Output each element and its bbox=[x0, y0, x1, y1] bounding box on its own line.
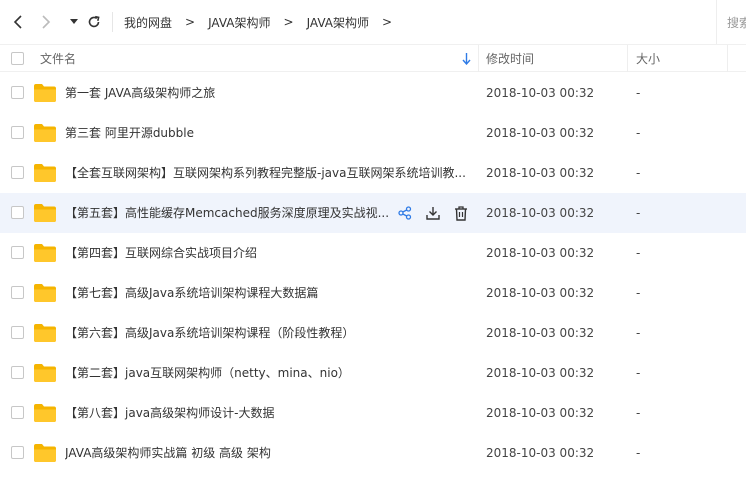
file-size: - bbox=[636, 166, 641, 180]
file-row[interactable]: 【第五套】高性能缓存Memcached服务深度原理及实战视... 2018-10… bbox=[0, 193, 746, 233]
row-checkbox[interactable] bbox=[11, 166, 24, 179]
file-size: - bbox=[636, 246, 641, 260]
share-button[interactable] bbox=[396, 204, 414, 222]
row-checkbox[interactable] bbox=[11, 406, 24, 419]
download-icon bbox=[426, 207, 440, 220]
file-size: - bbox=[636, 126, 641, 140]
chevron-right-icon bbox=[42, 15, 51, 29]
file-row[interactable]: 【全套互联网架构】互联网架构系列教程完整版-java互联网架系统培训教... 2… bbox=[0, 153, 746, 193]
file-list-header: 文件名 修改时间 大小 bbox=[0, 44, 746, 72]
breadcrumb-separator: > bbox=[283, 15, 294, 29]
row-checkbox[interactable] bbox=[11, 446, 24, 459]
row-checkbox[interactable] bbox=[11, 246, 24, 259]
toolbar: 我的网盘 > JAVA架构师 > JAVA架构师 > 搜索 bbox=[0, 0, 746, 44]
file-row[interactable]: 【第六套】高级Java系统培训架构课程（阶段性教程） 2018-10-03 00… bbox=[0, 313, 746, 353]
column-modified-header[interactable]: 修改时间 bbox=[486, 45, 534, 72]
search-box[interactable]: 搜索 bbox=[716, 0, 746, 44]
file-size: - bbox=[636, 206, 641, 220]
back-button[interactable] bbox=[8, 12, 28, 32]
row-checkbox[interactable] bbox=[11, 206, 24, 219]
file-name[interactable]: 【第四套】互联网综合实战项目介绍 bbox=[65, 233, 257, 273]
folder-icon bbox=[34, 244, 56, 262]
share-icon bbox=[398, 206, 412, 220]
column-size-label: 大小 bbox=[636, 52, 661, 66]
folder-icon bbox=[34, 84, 56, 102]
file-name[interactable]: 【第八套】java高级架构师设计-大数据 bbox=[65, 393, 274, 433]
breadcrumb-separator: > bbox=[381, 15, 393, 29]
file-size: - bbox=[636, 86, 641, 100]
refresh-button[interactable] bbox=[84, 12, 104, 32]
column-name-label: 文件名 bbox=[40, 52, 77, 66]
file-name[interactable]: 第一套 JAVA高级架构师之旅 bbox=[65, 73, 215, 113]
folder-icon bbox=[34, 324, 56, 342]
folder-icon bbox=[34, 164, 56, 182]
column-size-header[interactable]: 大小 bbox=[636, 45, 660, 72]
file-row[interactable]: 【第四套】互联网综合实战项目介绍 2018-10-03 00:32 - bbox=[0, 233, 746, 273]
forward-button[interactable] bbox=[36, 12, 56, 32]
file-size: - bbox=[636, 446, 641, 460]
file-name[interactable]: 【第二套】java互联网架构师（netty、mina、nio） bbox=[65, 353, 350, 393]
column-modified-label: 修改时间 bbox=[486, 52, 535, 66]
download-button[interactable] bbox=[424, 204, 442, 222]
file-row[interactable]: 【第二套】java互联网架构师（netty、mina、nio） 2018-10-… bbox=[0, 353, 746, 393]
column-name-header[interactable]: 文件名 bbox=[40, 45, 76, 72]
sort-down-arrow-icon[interactable] bbox=[462, 53, 471, 65]
file-modified-time: 2018-10-03 00:32 bbox=[486, 286, 595, 300]
file-size: - bbox=[636, 366, 641, 380]
delete-button[interactable] bbox=[452, 204, 470, 222]
file-name[interactable]: 【第五套】高性能缓存Memcached服务深度原理及实战视... bbox=[65, 193, 389, 233]
row-checkbox[interactable] bbox=[11, 286, 24, 299]
file-modified-time: 2018-10-03 00:32 bbox=[486, 326, 595, 340]
folder-icon bbox=[34, 404, 56, 422]
folder-icon bbox=[34, 204, 56, 222]
refresh-icon bbox=[88, 15, 100, 28]
breadcrumb-separator: > bbox=[185, 15, 196, 29]
breadcrumb: 我的网盘 > JAVA架构师 > JAVA架构师 > bbox=[124, 0, 405, 44]
caret-down-icon bbox=[70, 19, 78, 24]
file-row[interactable]: JAVA高级架构师实战篇 初级 高级 架构 2018-10-03 00:32 - bbox=[0, 433, 746, 473]
file-size: - bbox=[636, 406, 641, 420]
folder-icon bbox=[34, 284, 56, 302]
column-divider bbox=[627, 45, 628, 72]
folder-icon bbox=[34, 444, 56, 462]
file-name[interactable]: 第三套 阿里开源dubble bbox=[65, 113, 194, 153]
file-modified-time: 2018-10-03 00:32 bbox=[486, 406, 595, 420]
folder-icon bbox=[34, 364, 56, 382]
file-modified-time: 2018-10-03 00:32 bbox=[486, 206, 595, 220]
file-name[interactable]: 【第七套】高级Java系统培训架构课程大数据篇 bbox=[65, 273, 318, 313]
folder-icon bbox=[34, 124, 56, 142]
file-size: - bbox=[636, 286, 641, 300]
chevron-left-icon bbox=[13, 15, 22, 29]
file-row[interactable]: 第一套 JAVA高级架构师之旅 2018-10-03 00:32 - bbox=[0, 73, 746, 113]
file-modified-time: 2018-10-03 00:32 bbox=[486, 246, 595, 260]
file-modified-time: 2018-10-03 00:32 bbox=[486, 86, 595, 100]
column-divider bbox=[478, 45, 479, 72]
file-row[interactable]: 第三套 阿里开源dubble 2018-10-03 00:32 - bbox=[0, 113, 746, 153]
file-modified-time: 2018-10-03 00:32 bbox=[486, 366, 595, 380]
file-size: - bbox=[636, 326, 641, 340]
select-all-checkbox[interactable] bbox=[11, 52, 24, 65]
row-checkbox[interactable] bbox=[11, 126, 24, 139]
file-name[interactable]: 【全套互联网架构】互联网架构系列教程完整版-java互联网架系统培训教... bbox=[65, 153, 466, 193]
row-checkbox[interactable] bbox=[11, 86, 24, 99]
file-name[interactable]: JAVA高级架构师实战篇 初级 高级 架构 bbox=[65, 433, 271, 473]
breadcrumb-item-current[interactable]: JAVA架构师 bbox=[307, 14, 369, 31]
search-label: 搜索 bbox=[727, 15, 746, 30]
breadcrumb-item-folder[interactable]: JAVA架构师 bbox=[208, 14, 270, 31]
column-divider bbox=[727, 45, 728, 72]
row-actions bbox=[396, 204, 472, 222]
history-dropdown-button[interactable] bbox=[64, 12, 84, 32]
file-modified-time: 2018-10-03 00:32 bbox=[486, 446, 595, 460]
file-modified-time: 2018-10-03 00:32 bbox=[486, 166, 595, 180]
file-name[interactable]: 【第六套】高级Java系统培训架构课程（阶段性教程） bbox=[65, 313, 354, 353]
row-checkbox[interactable] bbox=[11, 326, 24, 339]
file-row[interactable]: 【第七套】高级Java系统培训架构课程大数据篇 2018-10-03 00:32… bbox=[0, 273, 746, 313]
file-modified-time: 2018-10-03 00:32 bbox=[486, 126, 595, 140]
file-row[interactable]: 【第八套】java高级架构师设计-大数据 2018-10-03 00:32 - bbox=[0, 393, 746, 433]
breadcrumb-item-root[interactable]: 我的网盘 bbox=[124, 14, 172, 31]
row-checkbox[interactable] bbox=[11, 366, 24, 379]
toolbar-divider bbox=[112, 12, 113, 32]
trash-icon bbox=[455, 205, 467, 221]
